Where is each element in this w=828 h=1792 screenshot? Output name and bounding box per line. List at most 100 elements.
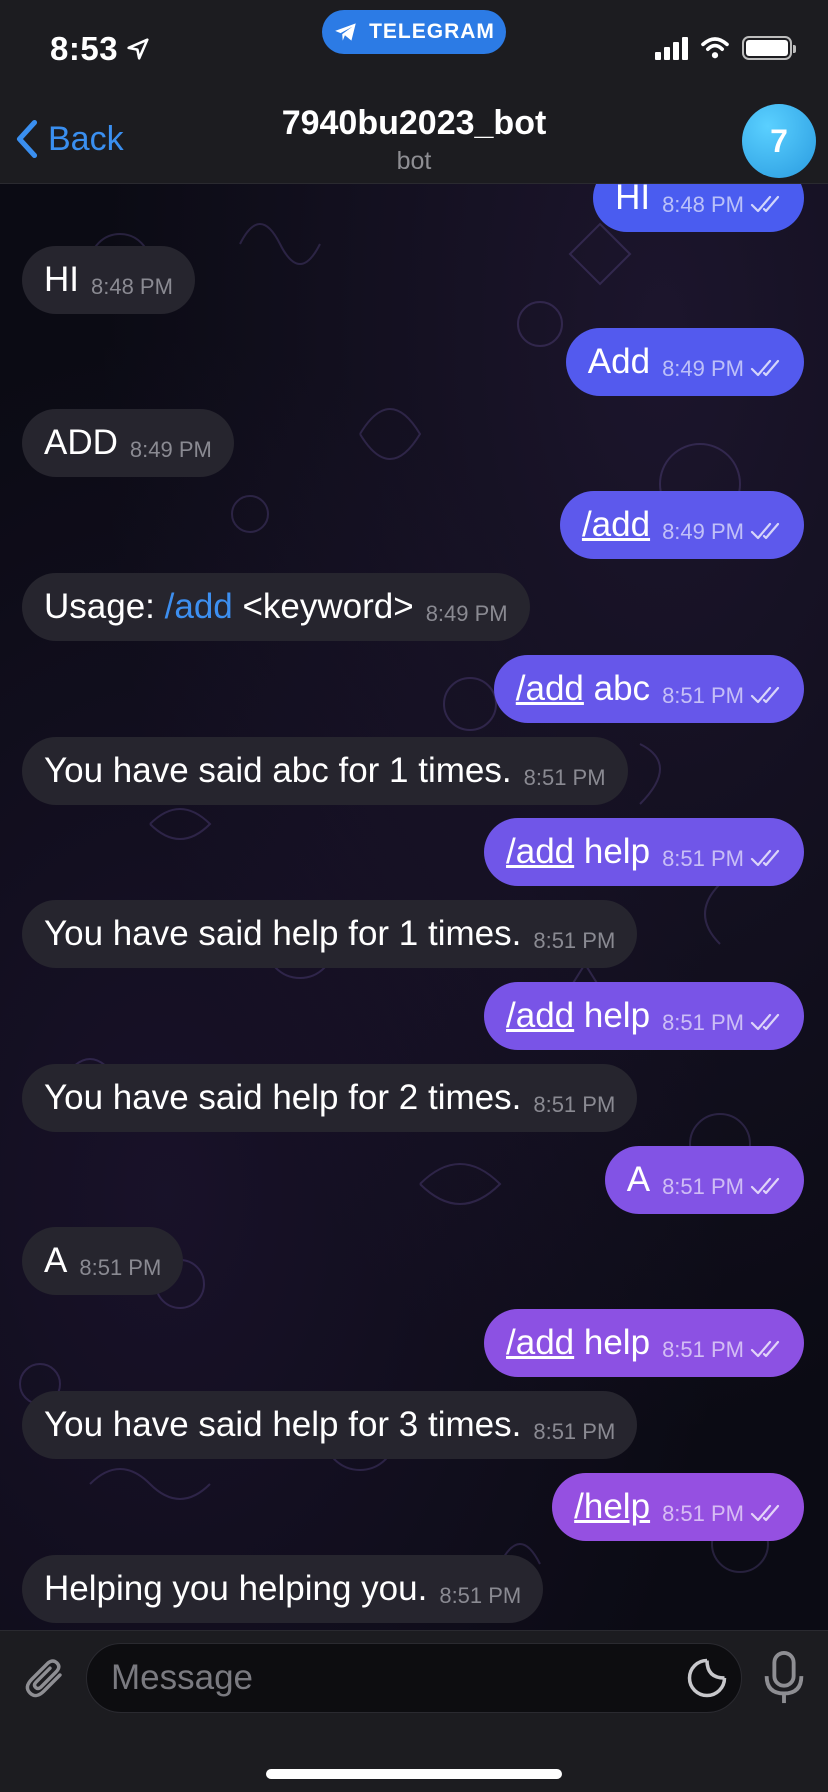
message-text-part: Add — [587, 341, 651, 381]
double-check-icon — [750, 686, 780, 703]
outgoing-message[interactable]: /add help 8:51 PM — [484, 1309, 804, 1378]
location-arrow-icon — [127, 38, 149, 60]
double-check-icon — [750, 1177, 780, 1194]
message-text-part: ADD — [44, 423, 118, 463]
telegram-pill-label: TELEGRAM — [369, 20, 495, 43]
message-time: 8:48 PM — [91, 273, 173, 299]
telegram-plane-icon — [335, 23, 356, 41]
chat-header[interactable]: 7940bu2023_bot bot — [0, 104, 828, 176]
message-text: Usage: /add <keyword> — [44, 587, 414, 627]
message-text: HI — [615, 184, 650, 218]
message-time: 8:51 PM — [662, 846, 744, 872]
message-time: 8:51 PM — [662, 682, 744, 708]
cell-signal-icon — [655, 36, 688, 60]
message-text: Add — [588, 342, 650, 382]
message-text: You have said help for 3 times. — [44, 1405, 521, 1445]
message-time: 8:51 PM — [662, 1500, 744, 1526]
sticker-icon[interactable] — [686, 1657, 728, 1699]
double-check-icon — [750, 850, 780, 867]
microphone-icon[interactable] — [764, 1651, 804, 1705]
message-text-part: Usage: — [44, 587, 165, 626]
telegram-pill[interactable]: TELEGRAM — [322, 10, 506, 54]
message-text: A — [44, 1241, 67, 1281]
message-time: 8:51 PM — [533, 1091, 616, 1117]
message-text: A — [627, 1160, 650, 1200]
message-time: 8:51 PM — [662, 1010, 744, 1035]
composer-bar — [0, 1630, 828, 1792]
outgoing-message[interactable]: /add help 8:51 PM — [484, 818, 804, 887]
incoming-message[interactable]: ADD 8:49 PM — [22, 409, 234, 478]
message-text: Helping you helping you. — [44, 1569, 427, 1609]
outgoing-message[interactable]: /add help 8:51 PM — [484, 982, 804, 1050]
message-text: /add help — [506, 996, 650, 1036]
paperclip-icon[interactable] — [20, 1653, 68, 1701]
double-check-icon — [750, 1504, 780, 1521]
incoming-message[interactable]: You have said help for 2 times. 8:51 PM — [22, 1063, 638, 1132]
message-text: You have said help for 1 times. — [44, 914, 521, 954]
message-text: HI — [44, 260, 79, 300]
command-link[interactable]: /add — [516, 669, 584, 708]
wifi-icon — [701, 37, 729, 59]
outgoing-message[interactable]: /add 8:49 PM — [559, 491, 804, 560]
status-time: 8:53 — [50, 30, 152, 68]
incoming-message[interactable]: You have said abc for 1 times. 8:51 PM — [22, 736, 628, 805]
message-text-part: HI — [615, 184, 651, 217]
message-time: 8:49 PM — [662, 355, 744, 381]
message-input[interactable] — [86, 1643, 742, 1713]
avatar[interactable]: 7 — [742, 104, 816, 178]
command-link[interactable]: /add — [582, 505, 650, 544]
message-text: /add — [582, 505, 650, 545]
message-time: 8:49 PM — [425, 601, 508, 626]
incoming-message[interactable]: You have said help for 3 times. 8:51 PM — [22, 1391, 638, 1459]
message-text: ADD — [44, 423, 118, 463]
message-text-part: A — [626, 1159, 651, 1199]
message-text-part: help — [574, 1323, 651, 1363]
incoming-message[interactable]: A 8:51 PM — [22, 1227, 184, 1296]
command-link[interactable]: /add — [506, 1323, 574, 1362]
command-link[interactable]: /add — [506, 832, 574, 871]
outgoing-message[interactable]: HI 8:48 PM — [593, 184, 804, 232]
incoming-message[interactable]: Usage: /add <keyword> 8:49 PM — [22, 573, 530, 641]
message-time: 8:49 PM — [662, 519, 744, 545]
incoming-message[interactable]: HI 8:48 PM — [22, 245, 195, 314]
message-time: 8:48 PM — [662, 192, 744, 217]
message-text: You have said abc for 1 times. — [44, 751, 512, 791]
message-text-part: You have said help for 2 times. — [44, 1077, 522, 1117]
message-time: 8:51 PM — [439, 1582, 522, 1608]
double-check-icon — [750, 359, 780, 376]
message-time: 8:51 PM — [662, 1173, 744, 1199]
battery-icon — [742, 36, 796, 60]
message-text: /add help — [506, 832, 650, 872]
outgoing-message[interactable]: A 8:51 PM — [604, 1145, 804, 1214]
status-icons — [655, 36, 796, 60]
message-text-part: help — [574, 832, 651, 872]
message-text-part: help — [574, 996, 651, 1035]
message-time: 8:51 PM — [79, 1255, 162, 1281]
message-time: 8:51 PM — [533, 928, 616, 954]
incoming-message[interactable]: Helping you helping you. 8:51 PM — [22, 1554, 544, 1623]
double-check-icon — [750, 1013, 780, 1031]
message-text-part: You have said help for 1 times. — [44, 914, 522, 954]
command-link[interactable]: /add — [165, 587, 233, 626]
message-text-part: <keyword> — [232, 587, 414, 626]
message-time: 8:51 PM — [662, 1337, 744, 1363]
message-text-part: HI — [44, 259, 79, 299]
command-link[interactable]: /help — [574, 1487, 650, 1526]
command-link[interactable]: /add — [506, 996, 574, 1035]
outgoing-message[interactable]: Add 8:49 PM — [565, 327, 804, 396]
message-text-part: You have said abc for 1 times. — [44, 750, 512, 790]
chat-title: 7940bu2023_bot — [281, 104, 547, 142]
clock: 8:53 — [50, 30, 119, 67]
message-text-part: A — [44, 1241, 68, 1281]
double-check-icon — [750, 1341, 780, 1358]
message-time: 8:49 PM — [129, 437, 212, 463]
message-text-part: You have said help for 3 times. — [44, 1405, 522, 1444]
incoming-message[interactable]: You have said help for 1 times. 8:51 PM — [22, 900, 638, 969]
outgoing-message[interactable]: /help 8:51 PM — [552, 1472, 804, 1541]
message-list[interactable]: HI 8:48 PM HI 8:48 PM Add 8:49 PM ADD 8:49 PM/a… — [0, 184, 828, 1630]
home-indicator — [266, 1769, 562, 1779]
message-time: 8:51 PM — [533, 1419, 616, 1444]
avatar-badge: 7 — [770, 122, 788, 159]
outgoing-message[interactable]: /add abc 8:51 PM — [493, 654, 804, 723]
chat-subtitle: bot — [396, 147, 432, 175]
